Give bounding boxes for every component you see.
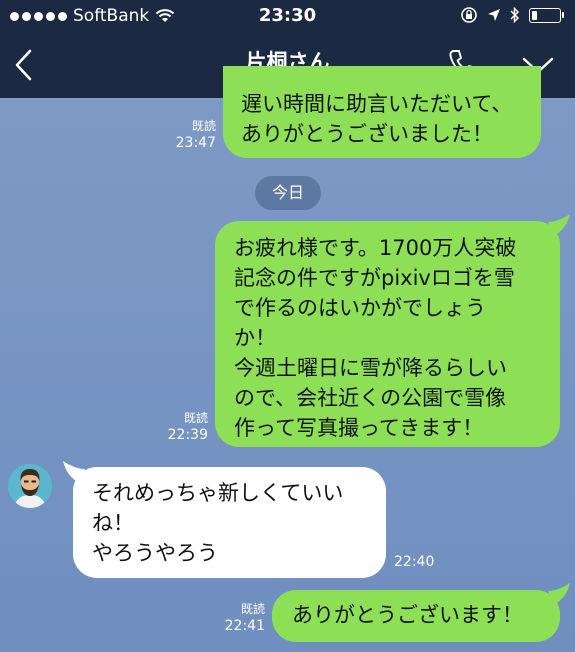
date-separator: 今日 <box>255 176 321 210</box>
bubble-tail <box>548 214 570 236</box>
contact-avatar[interactable] <box>8 464 52 508</box>
message-time: 22:39 <box>167 427 208 443</box>
message-text-line: それめっちゃ新しくていい <box>92 481 344 505</box>
message-text-line: 遅い時間に助言いただいて、 <box>241 92 513 116</box>
bluetooth-icon <box>510 6 520 24</box>
status-icons <box>460 6 564 24</box>
location-icon <box>488 9 500 21</box>
message-text-line: ありがとうございました！ <box>241 122 493 146</box>
message-text-line: ので、会社近くの公園で雪像 <box>234 386 507 410</box>
received-message-bubble[interactable]: それめっちゃ新しくていい ね！ やろうやろう <box>73 467 386 578</box>
message-text-line: 今週土曜日に雪が降るらしい <box>234 356 507 380</box>
message-text-line: か！ <box>234 326 276 350</box>
message-text-line: ありがとうございます！ <box>292 603 523 627</box>
message-text-line: 記念の件ですがpixivロゴを雪 <box>234 266 515 290</box>
message-meta: 22:40 <box>394 554 434 571</box>
message-text-line: で作るのはいかがでしょう <box>234 296 486 320</box>
sent-message-bubble[interactable]: 遅い時間に助言いただいて、 ありがとうございました！ <box>223 66 541 158</box>
read-receipt: 既読 <box>183 411 208 425</box>
orientation-lock-icon <box>461 7 477 23</box>
message-text-line: やろうやろう <box>92 541 218 565</box>
read-receipt: 既読 <box>240 602 265 616</box>
sent-message-bubble[interactable]: お疲れ様です。1700万人突破 記念の件ですがpixivロゴを雪 で作るのはいか… <box>215 221 560 447</box>
bubble-tail <box>548 583 570 605</box>
message-text-line: ね！ <box>92 511 134 535</box>
avatar-illustration <box>8 464 52 508</box>
message-time: 22:40 <box>394 554 435 570</box>
message-meta: 既読 22:39 <box>160 410 208 444</box>
message-time: 22:41 <box>224 618 265 634</box>
message-meta: 既読 22:41 <box>217 601 265 635</box>
message-meta: 既読 23:47 <box>168 118 216 152</box>
sent-message-bubble[interactable]: ありがとうございます！ <box>272 590 560 642</box>
message-text-line: 作って写真撮ってきます！ <box>234 416 484 440</box>
message-time: 23:47 <box>175 135 216 151</box>
read-receipt: 既読 <box>191 119 216 133</box>
battery-icon <box>529 7 564 23</box>
status-bar: SoftBank 23:30 <box>0 0 575 34</box>
message-text-line: お疲れ様です。1700万人突破 <box>234 236 517 260</box>
